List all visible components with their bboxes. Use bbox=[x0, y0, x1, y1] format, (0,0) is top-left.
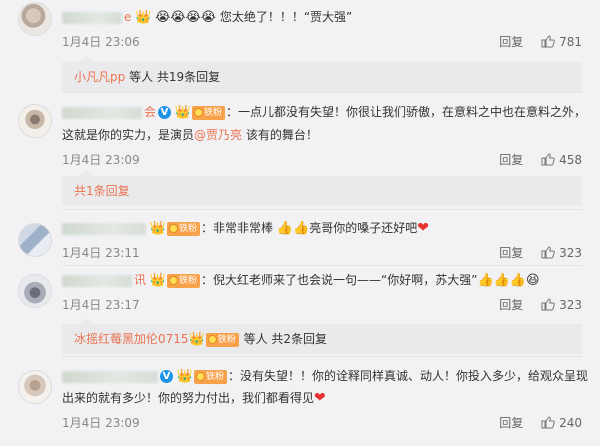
mention-link[interactable]: @贾乃亮 bbox=[194, 128, 242, 142]
reply-summary[interactable]: 冰摇红莓黑加伦0715👑 铁粉 等人 共2条回复 bbox=[62, 318, 582, 354]
heart-icon: ❤ bbox=[417, 220, 429, 236]
avatar[interactable] bbox=[18, 2, 52, 36]
username-blurred[interactable] bbox=[62, 106, 142, 119]
divider bbox=[62, 356, 582, 357]
reply-button[interactable]: 回复 bbox=[499, 298, 523, 312]
username-blurred[interactable] bbox=[62, 11, 122, 24]
avatar[interactable] bbox=[18, 274, 52, 308]
comment-text-line1: ：没有失望！！你的诠释同样真诚、动人！你投入多少，给观众呈现 bbox=[228, 369, 589, 383]
comment-text-line1: ：一点儿都没有失望！你很让我们骄傲，在意料之中也在意料之外， bbox=[226, 105, 587, 119]
verified-icon: V bbox=[160, 370, 173, 383]
heart-icon: ❤ bbox=[314, 390, 326, 406]
crown-icon: 👑 bbox=[188, 331, 205, 347]
crown-icon: 👑 bbox=[149, 220, 167, 236]
avatar[interactable] bbox=[18, 223, 52, 257]
username-tail[interactable]: 会 bbox=[144, 105, 156, 119]
avatar[interactable] bbox=[18, 370, 52, 404]
divider bbox=[62, 209, 582, 210]
reply-user-link[interactable]: 冰摇红莓黑加伦0715 bbox=[74, 332, 189, 346]
like-count: 458 bbox=[559, 153, 582, 167]
reply-count-text: 等人 共19条回复 bbox=[125, 70, 221, 84]
timestamp: 1月4日 23:09 bbox=[62, 416, 140, 430]
comment-text: 您太绝了！！！“贾大强” bbox=[219, 10, 353, 24]
verified-icon: V bbox=[158, 106, 172, 119]
thumbs-up-icon[interactable] bbox=[541, 297, 555, 314]
thumbs-up-icon[interactable] bbox=[541, 34, 555, 51]
comment-text-a: ：非常非常棒 bbox=[201, 221, 277, 235]
comment-text-line2: 出来的就有多少！你的努力付出，我们都看得见 bbox=[62, 391, 315, 405]
reply-button[interactable]: 回复 bbox=[499, 153, 523, 167]
thumbs-up-icon[interactable] bbox=[541, 152, 555, 169]
timestamp: 1月4日 23:11 bbox=[62, 246, 140, 260]
reply-button[interactable]: 回复 bbox=[499, 35, 523, 49]
username-blurred[interactable] bbox=[62, 274, 132, 287]
thumbs-up-emoji: 👍👍 bbox=[276, 220, 310, 236]
reply-summary[interactable]: 小凡凡pp 等人 共19条回复 bbox=[62, 56, 582, 92]
thumbs-up-icon[interactable] bbox=[541, 415, 555, 432]
comment-text: ：倪大红老师来了也会说一句——“你好啊，苏大强” bbox=[201, 273, 478, 287]
avatar[interactable] bbox=[18, 104, 52, 138]
like-count: 323 bbox=[559, 246, 582, 260]
reply-button[interactable]: 回复 bbox=[499, 246, 523, 260]
fan-badge: 铁粉 bbox=[194, 369, 228, 384]
like-count: 240 bbox=[559, 416, 582, 430]
comment-text-b: 亮哥你的嗓子还好吧 bbox=[309, 221, 418, 235]
like-count: 323 bbox=[559, 298, 582, 312]
username-tail[interactable]: 讯 bbox=[134, 273, 146, 287]
timestamp: 1月4日 23:17 bbox=[62, 298, 140, 312]
thumbs-up-icon[interactable] bbox=[541, 245, 555, 262]
crying-emoji: 😭😭😭😭 bbox=[155, 9, 216, 25]
divider bbox=[62, 265, 582, 266]
comment-text-line2b: 该有的舞台！ bbox=[242, 128, 318, 142]
crown-icon: 👑 bbox=[135, 9, 152, 25]
username-tail[interactable]: e bbox=[124, 10, 131, 24]
timestamp: 1月4日 23:06 bbox=[62, 35, 140, 49]
crown-icon: 👑 bbox=[149, 272, 167, 288]
timestamp: 1月4日 23:09 bbox=[62, 153, 140, 167]
username-blurred[interactable] bbox=[62, 222, 146, 235]
crown-icon: 👑 bbox=[174, 104, 192, 120]
fan-badge: 铁粉 bbox=[205, 332, 239, 347]
like-count: 781 bbox=[559, 35, 582, 49]
fan-badge: 铁粉 bbox=[167, 273, 201, 288]
fan-badge: 铁粉 bbox=[167, 221, 201, 236]
reply-summary[interactable]: 共1条回复 bbox=[62, 170, 582, 206]
username-blurred[interactable] bbox=[62, 370, 158, 383]
reply-user-link[interactable]: 小凡凡pp bbox=[74, 70, 125, 84]
divider bbox=[62, 92, 582, 93]
fan-badge: 铁粉 bbox=[192, 105, 226, 120]
reply-button[interactable]: 回复 bbox=[499, 416, 523, 430]
reply-count-text: 等人 共2条回复 bbox=[239, 332, 328, 346]
crown-icon: 👑 bbox=[176, 368, 194, 384]
comment-text-line2a: 这就是你的实力，是演员 bbox=[62, 128, 195, 142]
reply-count-link[interactable]: 共1条回复 bbox=[74, 184, 130, 198]
thumbs-up-emoji: 👍👍👍😆 bbox=[477, 272, 540, 288]
